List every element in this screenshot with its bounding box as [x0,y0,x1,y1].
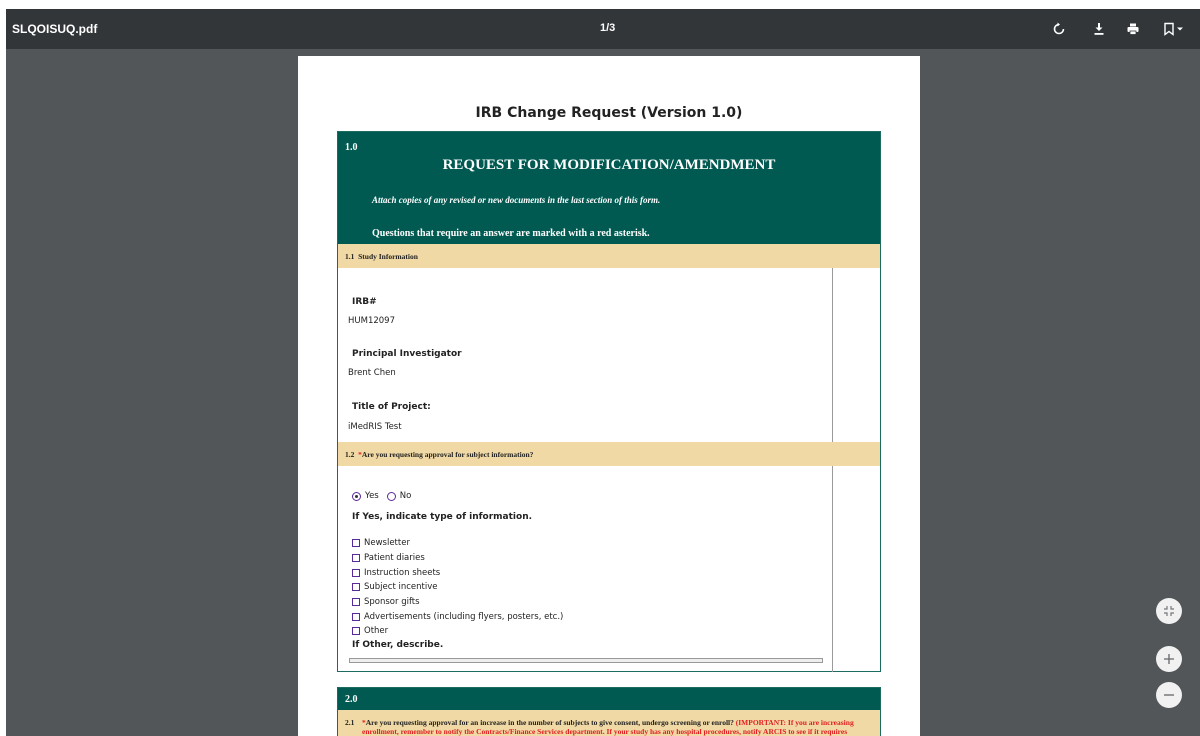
checkbox[interactable] [352,568,360,577]
irb-label: IRB# [352,297,377,307]
section-number: 2.0 [345,694,358,705]
checkbox-label: Subject incentive [364,582,438,593]
checkbox-label: Advertisements (including flyers, poster… [364,611,564,622]
checkbox-label: Sponsor gifts [364,597,420,608]
checkbox-row: Newsletter [352,536,563,551]
checkbox[interactable] [352,539,360,548]
rotate-icon[interactable] [1049,19,1069,39]
pi-label: Principal Investigator [352,349,462,359]
if-yes-label: If Yes, indicate type of information. [352,512,533,522]
document-title: IRB Change Request (Version 1.0) [475,105,743,121]
radio-no[interactable] [386,491,396,501]
checkbox[interactable] [352,598,360,607]
section-2: 2.0 2.1 *Are you requesting approval for… [337,687,881,736]
checkbox[interactable] [352,627,360,636]
page-indicator[interactable]: 1/3 [600,22,615,34]
pdf-toolbar: SLQOISUQ.pdf 1/3 [6,9,1200,49]
section-1: 1.0 REQUEST FOR MODIFICATION/AMENDMENT A… [337,131,881,672]
section-number: 1.0 [345,142,358,153]
attach-note: Attach copies of any revised or new docu… [372,195,661,205]
section-1-header: 1.0 REQUEST FOR MODIFICATION/AMENDMENT A… [338,132,880,244]
print-icon[interactable] [1123,19,1143,39]
question-number: 1.1 [345,252,355,261]
section-2-header: 2.0 [338,688,880,710]
yes-no-radio-group: Yes No [352,491,411,501]
checkbox[interactable] [352,612,360,621]
checkbox-row: Instruction sheets [352,565,563,580]
file-name: SLQOISUQ.pdf [12,22,98,36]
zoom-in-icon[interactable] [1156,646,1182,672]
irb-value: HUM12097 [348,316,395,326]
checkbox-row: Patient diaries [352,551,563,566]
question-1-1-bar: 1.1 Study Information [338,244,880,268]
pdf-viewer: SLQOISUQ.pdf 1/3 IRB Change Request (Ver… [6,9,1200,736]
download-icon[interactable] [1089,19,1109,39]
radio-yes[interactable] [352,491,361,501]
zoom-out-icon[interactable] [1156,682,1182,708]
required-note: Questions that require an answer are mar… [372,228,650,239]
information-type-checkboxes: Newsletter Patient diaries Instruction s… [352,536,563,639]
checkbox[interactable] [352,554,360,563]
checkbox-label: Patient diaries [364,553,425,564]
question-number: 1.2 [345,450,355,459]
checkbox-label: Other [364,626,389,637]
checkbox-row: Advertisements (including flyers, poster… [352,609,563,624]
divider [832,466,833,672]
checkbox[interactable] [352,583,360,592]
pdf-page: IRB Change Request (Version 1.0) 1.0 REQ… [298,56,920,736]
fit-page-icon[interactable] [1156,598,1182,624]
question-number: 2.1 [345,718,355,727]
question-1-2-bar: 1.2 *Are you requesting approval for sub… [338,442,880,466]
checkbox-row: Sponsor gifts [352,595,563,610]
checkbox-label: Instruction sheets [364,567,441,578]
checkbox-row: Other [352,624,563,639]
checkbox-row: Subject incentive [352,580,563,595]
radio-yes-label: Yes [365,491,379,501]
pi-value: Brent Chen [348,368,396,378]
section-heading: REQUEST FOR MODIFICATION/AMENDMENT [442,157,776,173]
question-label: Are you requesting approval for an incre… [365,718,734,727]
radio-no-label: No [399,491,412,501]
other-description-field[interactable] [349,658,823,663]
question-label: Study Information [358,252,418,261]
question-label: Are you requesting approval for subject … [361,450,534,459]
question-text: *Are you requesting approval for an incr… [362,718,872,736]
chevron-down-icon[interactable] [1173,19,1187,39]
project-title-label: Title of Project: [352,402,431,412]
project-title-value: iMedRIS Test [348,422,402,432]
if-other-label: If Other, describe. [352,640,444,650]
question-2-1-bar: 2.1 *Are you requesting approval for an … [338,710,880,736]
divider [832,268,833,442]
checkbox-label: Newsletter [364,538,410,549]
